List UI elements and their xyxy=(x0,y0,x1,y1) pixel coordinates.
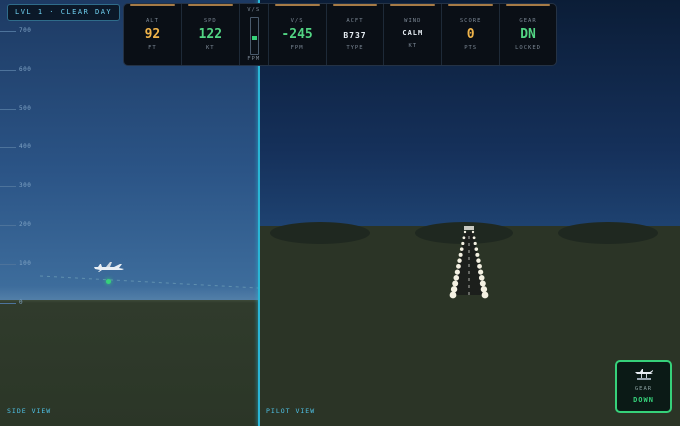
wind-unit: KT xyxy=(408,43,418,49)
runway-edge-light xyxy=(461,241,465,246)
runway-edge-light xyxy=(476,258,481,263)
speed-value: 122 xyxy=(198,27,223,42)
wind-label: WIND xyxy=(404,18,422,24)
hud-vertical-speed: V/S -245 FPM xyxy=(269,4,327,65)
score-value: 0 xyxy=(466,27,475,42)
runway-edge-light xyxy=(456,263,461,269)
vs-meter-unit: FPM xyxy=(247,56,261,62)
runway-edge-light xyxy=(459,247,464,251)
runway-edge-light xyxy=(471,230,475,234)
aircraft-unit: TYPE xyxy=(346,45,364,51)
vs-meter-label: V/S xyxy=(247,7,261,13)
altitude-unit: FT xyxy=(148,45,157,51)
hud-accent xyxy=(187,4,233,6)
runway-edge-light xyxy=(478,275,485,281)
runway-edge-light xyxy=(462,236,466,240)
vs-meter xyxy=(249,17,259,55)
runway-edge-light xyxy=(450,286,458,293)
runway-edge-light xyxy=(473,241,477,246)
vs-unit: FPM xyxy=(290,45,304,51)
hud-accent xyxy=(274,4,320,6)
speed-unit: KT xyxy=(205,45,215,51)
runway-edge-light xyxy=(474,247,479,251)
runway-edge-light xyxy=(454,269,460,275)
landing-gear-icon xyxy=(635,369,653,380)
altitude-value: 92 xyxy=(144,27,161,42)
level-badge: LVL 1 · CLEAR DAY xyxy=(7,4,121,21)
runway-edge-light xyxy=(472,236,476,240)
gear-indicator-dot xyxy=(106,279,111,284)
hud-altitude: ALT 92 FT xyxy=(124,4,182,65)
runway-edge-light xyxy=(449,291,457,299)
aircraft-value: B737 xyxy=(343,31,367,40)
vs-meter-fill xyxy=(251,36,257,41)
altitude-tick-mark xyxy=(0,302,16,304)
runway-edge-light xyxy=(457,258,462,263)
runway-threshold xyxy=(464,226,474,230)
hud-speed: SPD 122 KT xyxy=(182,4,240,65)
aircraft-icon xyxy=(94,262,124,272)
runway-edge-light xyxy=(481,291,489,299)
hud-accent xyxy=(332,4,378,6)
hud-score: SCORE 0 PTS xyxy=(442,4,501,65)
gear-toggle-button[interactable]: GEAR DOWN xyxy=(615,360,672,413)
runway-edge-light xyxy=(479,280,486,287)
runway-edge-light xyxy=(463,230,467,234)
hud-accent xyxy=(448,4,494,6)
score-unit: PTS xyxy=(464,45,478,51)
aircraft-label: ACFT xyxy=(346,18,364,24)
gear-button-state: DOWN xyxy=(633,396,654,404)
altitude-label: ALT xyxy=(145,18,159,24)
speed-label: SPD xyxy=(203,18,217,24)
runway-edge-light xyxy=(458,252,463,257)
runway-edge-light xyxy=(453,275,460,281)
gear-unit: LOCKED xyxy=(515,45,541,51)
hud-accent xyxy=(130,4,175,6)
instrument-hud: ALT 92 FT SPD 122 KT V/S FPM V/S -245 FP… xyxy=(123,3,557,66)
pilot-view-label: PILOT VIEW xyxy=(266,407,316,415)
hud-accent xyxy=(506,4,550,6)
hud-accent xyxy=(390,4,436,6)
score-label: SCORE xyxy=(459,18,482,24)
runway-edge-light xyxy=(477,263,482,269)
hud-vs-meter: V/S FPM xyxy=(240,4,269,65)
gear-value: DN xyxy=(520,27,536,42)
runway-edge-light xyxy=(452,280,459,287)
vs-label: V/S xyxy=(290,18,304,24)
hud-aircraft: ACFT B737 TYPE xyxy=(327,4,385,65)
gear-button-label: GEAR xyxy=(634,386,653,392)
hud-wind: WIND CALM KT xyxy=(384,4,443,65)
vs-value: -245 xyxy=(281,27,313,42)
hud-gear: GEAR DN LOCKED xyxy=(500,4,556,65)
side-view-label: SIDE VIEW xyxy=(7,407,52,415)
runway-edge-light xyxy=(480,286,488,293)
gear-label: GEAR xyxy=(519,18,537,24)
wind-value: CALM xyxy=(402,29,424,37)
runway-edge-light xyxy=(478,269,484,275)
runway-edge-light xyxy=(475,252,480,257)
